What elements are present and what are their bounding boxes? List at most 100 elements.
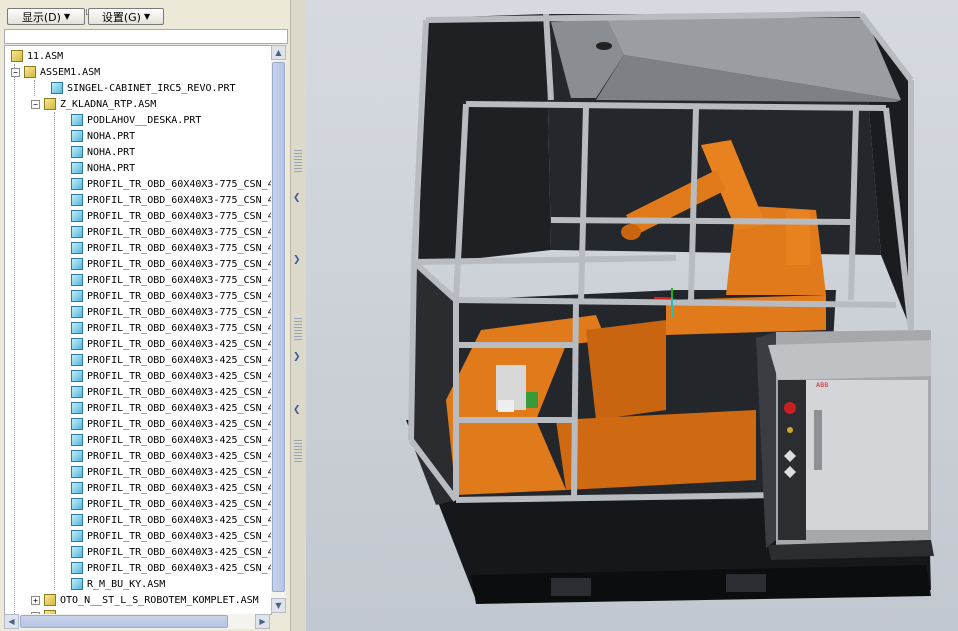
- part-icon: [71, 338, 83, 350]
- hood-vent: [596, 42, 612, 50]
- graphics-window[interactable]: ABB: [306, 0, 958, 631]
- tree-item-label: PROFIL_TR_OBD_60X40X3-425_CSN_4: [87, 482, 272, 494]
- tree-item-label: PROFIL_TR_OBD_60X40X3-425_CSN_4: [87, 466, 272, 478]
- expand-icon[interactable]: +: [31, 595, 40, 605]
- tree-item[interactable]: PROFIL_TR_OBD_60X40X3-775_CSN_4: [71, 176, 271, 192]
- tree-item-label: PROFIL_TR_OBD_60X40X3-425_CSN_4: [87, 514, 272, 526]
- grip-icon[interactable]: [294, 318, 302, 342]
- tree-item[interactable]: PROFIL_TR_OBD_60X40X3-775_CSN_4: [71, 288, 272, 304]
- cabinet-button-icon: [787, 427, 793, 433]
- scroll-thumb[interactable]: [20, 615, 228, 628]
- collapse-icon[interactable]: −: [31, 99, 40, 109]
- tree-item[interactable]: + OTO_N__ST_L_S_ROBOTEM_KOMPLET.ASM: [31, 592, 259, 608]
- tree-item-label: PROFIL_TR_OBD_60X40X3-775_CSN_4: [87, 290, 272, 302]
- settings-menu-button[interactable]: 设置(G) ▼: [88, 8, 164, 25]
- part-icon: [71, 402, 83, 414]
- part-icon: [71, 162, 83, 174]
- display-menu-button[interactable]: 显示(D) ▼: [7, 8, 85, 25]
- tree-item[interactable]: PROFIL_TR_OBD_60X40X3-425_CSN_4: [71, 528, 271, 544]
- tree-item-label: PROFIL_TR_OBD_60X40X3-425_CSN_4: [87, 370, 272, 382]
- tree-item[interactable]: PROFIL_TR_OBD_60X40X3-425_CSN_4: [71, 416, 271, 432]
- tree-item[interactable]: PROFIL_TR_OBD_60X40X3-775_CSN_4: [71, 208, 271, 224]
- tree-item[interactable]: SINGEL-CABINET_IRC5_REVO.PRT: [51, 80, 236, 96]
- tree-item[interactable]: PROFIL_TR_OBD_60X40X3-775_CSN_4: [71, 240, 271, 256]
- tree-item[interactable]: PROFIL_TR_OBD_60X40X3-425_CSN_4: [71, 368, 272, 384]
- cabinet-door: [806, 380, 928, 530]
- tree-item[interactable]: PROFIL_TR_OBD_60X40X3-775_CSN_4: [71, 192, 272, 208]
- tree-item[interactable]: PODLAHOV__DESKA.PRT: [71, 112, 201, 128]
- tree-item-label: PROFIL_TR_OBD_60X40X3-425_CSN_4: [87, 546, 272, 558]
- tree-item[interactable]: PROFIL_TR_OBD_60X40X3-425_CSN_4: [71, 560, 272, 576]
- scroll-up-icon[interactable]: ▲: [271, 45, 286, 60]
- assembly-icon: [11, 50, 23, 62]
- panel-splitter[interactable]: ❮ ❯ ❯ ❮: [290, 0, 307, 631]
- tree-item[interactable]: − Z_KLADNA_RTP.ASM: [31, 96, 156, 112]
- scroll-down-icon[interactable]: ▼: [271, 598, 286, 613]
- model-tree-panel: 显示(D) ▼ 设置(G) ▼ 11.ASM − ASSEM1.ASM SING…: [0, 0, 290, 631]
- tree-item[interactable]: NOHA.PRT: [71, 128, 135, 144]
- fixture-clamp: [498, 400, 514, 412]
- orange-base-front: [556, 410, 756, 490]
- tree-item[interactable]: PROFIL_TR_OBD_60X40X3-775_CSN_4: [71, 320, 271, 336]
- assembly-icon: [44, 98, 56, 110]
- tree-item[interactable]: − ASSEM1.ASM: [11, 64, 100, 80]
- collapse-left-icon[interactable]: ❮: [293, 193, 301, 203]
- tree-item[interactable]: PROFIL_TR_OBD_60X40X3-775_CSN_4: [71, 224, 272, 240]
- expand-right-icon[interactable]: ❯: [293, 255, 301, 265]
- pallet-slot: [726, 574, 766, 592]
- rear-left-panel: [418, 14, 551, 265]
- tree-item[interactable]: NOHA.PRT: [71, 160, 135, 176]
- tree-item[interactable]: PROFIL_TR_OBD_60X40X3-775_CSN_4: [71, 272, 272, 288]
- tree-item-label: PROFIL_TR_OBD_60X40X3-425_CSN_4: [87, 434, 272, 446]
- part-icon: [71, 498, 83, 510]
- tree-item[interactable]: PROFIL_TR_OBD_60X40X3-775_CSN_4: [71, 304, 272, 320]
- tree-item[interactable]: PROFIL_TR_OBD_60X40X3-425_CSN_4: [71, 480, 272, 496]
- tree-item-label: NOHA.PRT: [87, 130, 136, 142]
- assembly-icon: [44, 594, 56, 606]
- tree-filter-input[interactable]: [4, 29, 288, 44]
- tree-item-label: PROFIL_TR_OBD_60X40X3-425_CSN_4: [87, 562, 272, 574]
- tree-item-label: PROFIL_TR_OBD_60X40X3-775_CSN_4: [87, 274, 272, 286]
- cabinet-top: [768, 340, 931, 380]
- tree-item[interactable]: PROFIL_TR_OBD_60X40X3-425_CSN_4: [71, 448, 272, 464]
- tree-item-label: PROFIL_TR_OBD_60X40X3-775_CSN_4: [87, 194, 272, 206]
- scroll-left-icon[interactable]: ◀: [4, 614, 19, 629]
- part-icon: [71, 226, 83, 238]
- tree-item[interactable]: NOHA.PRT: [71, 144, 135, 160]
- tree-item-label: R_M_BU_KY.ASM: [87, 578, 166, 590]
- part-icon: [71, 290, 83, 302]
- collapse-left-icon[interactable]: ❮: [293, 405, 301, 415]
- tree-item[interactable]: PROFIL_TR_OBD_60X40X3-775_CSN_4: [71, 256, 271, 272]
- expand-right-icon[interactable]: ❯: [293, 352, 301, 362]
- tree-item[interactable]: PROFIL_TR_OBD_60X40X3-425_CSN_4: [71, 336, 271, 352]
- tree-item[interactable]: PROFIL_TR_OBD_60X40X3-425_CSN_4: [71, 512, 272, 528]
- part-icon: [71, 130, 83, 142]
- robot-wrist: [621, 224, 641, 240]
- tree-item[interactable]: PROFIL_TR_OBD_60X40X3-425_CSN_4: [71, 384, 271, 400]
- tree-horizontal-scrollbar[interactable]: ◀ ▶: [4, 614, 270, 629]
- tree-item[interactable]: PROFIL_TR_OBD_60X40X3-425_CSN_4: [71, 544, 272, 560]
- tree-item[interactable]: PROFIL_TR_OBD_60X40X3-425_CSN_4: [71, 496, 271, 512]
- tree-item-label: PROFIL_TR_OBD_60X40X3-425_CSN_4: [87, 402, 272, 414]
- tree-item-label: PROFIL_TR_OBD_60X40X3-775_CSN_4: [87, 226, 272, 238]
- grip-icon[interactable]: [294, 440, 302, 464]
- tree-item-label: PROFIL_TR_OBD_60X40X3-425_CSN_4: [87, 450, 272, 462]
- part-icon: [71, 450, 83, 462]
- tree-item[interactable]: PROFIL_TR_OBD_60X40X3-425_CSN_4: [71, 432, 272, 448]
- scroll-thumb[interactable]: [272, 62, 285, 592]
- tree-item[interactable]: PROFIL_TR_OBD_60X40X3-425_CSN_4: [71, 352, 271, 368]
- tree-item-label: PROFIL_TR_OBD_60X40X3-775_CSN_4: [87, 306, 272, 318]
- grip-icon[interactable]: [294, 150, 302, 174]
- dropdown-arrow-icon: ▼: [143, 12, 151, 21]
- tree-item-root[interactable]: 11.ASM: [11, 48, 63, 64]
- part-icon: [71, 146, 83, 158]
- tree-item[interactable]: PROFIL_TR_OBD_60X40X3-425_CSN_4: [71, 464, 272, 480]
- display-menu-label: 显示(D): [21, 10, 61, 24]
- tree-item[interactable]: R_M_BU_KY.ASM: [71, 576, 165, 592]
- cabinet-logo: ABB: [816, 382, 828, 389]
- tree-item[interactable]: PROFIL_TR_OBD_60X40X3-425_CSN_4: [71, 400, 272, 416]
- part-icon: [71, 418, 83, 430]
- scroll-right-icon[interactable]: ▶: [255, 614, 270, 629]
- tree-vertical-scrollbar[interactable]: ▲ ▼: [271, 45, 286, 613]
- collapse-icon[interactable]: −: [11, 67, 20, 77]
